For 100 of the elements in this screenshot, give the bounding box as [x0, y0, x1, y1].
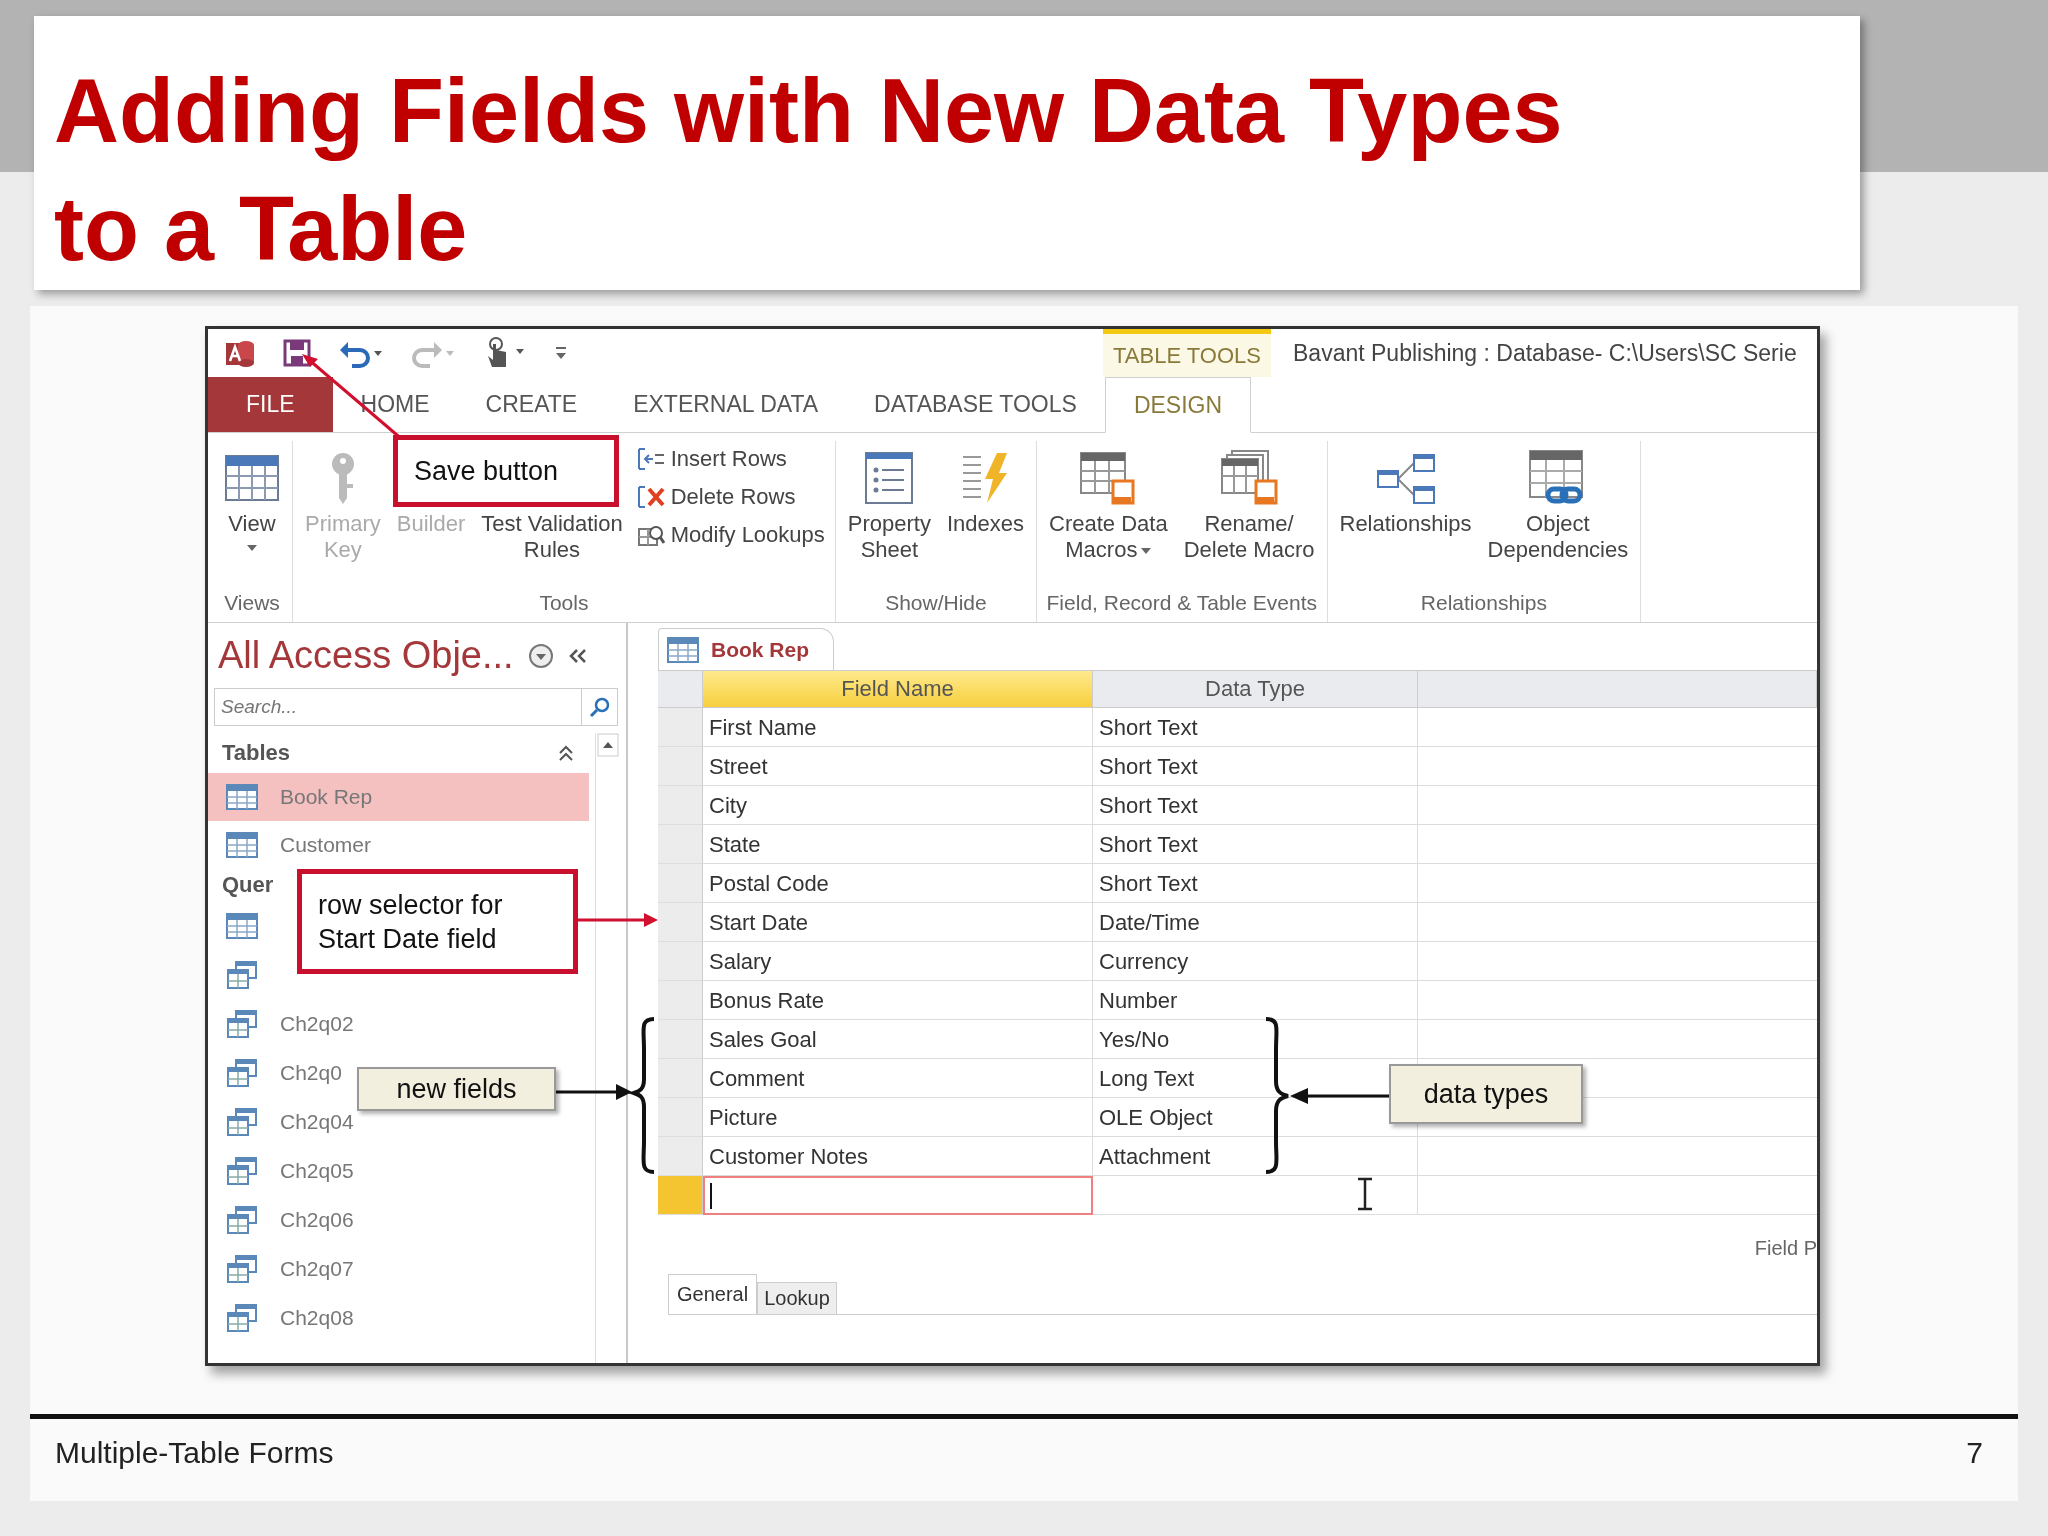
row-selector[interactable] [658, 1137, 703, 1176]
row-selector[interactable] [658, 825, 703, 864]
query-icon [226, 1253, 258, 1284]
ribbon-button[interactable]: Object Dependencies [1481, 441, 1635, 567]
query-icon [226, 1106, 258, 1137]
save-icon[interactable] [282, 338, 312, 368]
ribbon-tab[interactable]: DATABASE TOOLS [846, 377, 1105, 432]
ribbon-tab[interactable]: HOME [332, 377, 458, 432]
row-selector[interactable] [658, 981, 703, 1020]
query-icon [226, 1204, 258, 1235]
table-macro-icon [1079, 449, 1138, 507]
datasheet-icon [224, 454, 280, 502]
navigation-item[interactable]: Ch2q08 [208, 1293, 364, 1342]
callout: Save button [393, 435, 619, 507]
table-cell: Number [1099, 987, 1178, 1014]
ribbon-group-label: Views [223, 590, 281, 616]
dropdown-icon[interactable] [527, 642, 554, 669]
scroll-up-icon[interactable] [597, 733, 619, 757]
search-icon[interactable] [582, 688, 618, 726]
slide-title: Adding Fields with New Data Types to a Table [54, 60, 1564, 281]
row-selector[interactable] [658, 747, 703, 786]
callout: row selector for Start Date field [297, 869, 578, 974]
column-header[interactable] [1418, 671, 1817, 708]
property-tab[interactable]: Lookup [757, 1282, 837, 1314]
table-cell: OLE Object [1099, 1104, 1213, 1131]
navigation-item[interactable]: Ch2q02 [208, 999, 364, 1048]
table-cell: City [709, 792, 747, 819]
select-all-corner[interactable] [658, 671, 703, 708]
row-selector[interactable] [658, 864, 703, 903]
callout: data types [1389, 1064, 1583, 1124]
column-header[interactable]: Data Type [1093, 671, 1418, 708]
table-cell: Short Text [1099, 714, 1198, 741]
table-cell: Attachment [1099, 1143, 1211, 1170]
table-cell: Yes/No [1099, 1026, 1170, 1053]
property-sheet-icon [864, 451, 915, 505]
table-cell: Short Text [1099, 792, 1198, 819]
row-selector[interactable] [658, 1176, 703, 1215]
table-cell: Short Text [1099, 870, 1198, 897]
collapse-pane-icon[interactable] [567, 646, 588, 665]
insert-rows-icon [636, 445, 665, 473]
input-field[interactable] [703, 1176, 1093, 1215]
row-selector[interactable] [658, 708, 703, 747]
query-icon [226, 1302, 258, 1333]
page-number: 7 [1966, 1436, 1983, 1470]
window-title: Bavant Publishing : Database- C:\Users\SC Serie [1292, 339, 1797, 367]
search-field[interactable]: Search... [214, 688, 582, 726]
table-icon [226, 912, 258, 939]
ribbon-tab[interactable]: FILE [208, 377, 333, 432]
text-cursor [710, 1182, 712, 1209]
ribbon-tab[interactable]: DESIGN [1104, 377, 1252, 433]
navigation-item[interactable]: Ch2q05 [208, 1146, 364, 1195]
table-cell: Bonus Rate [709, 987, 824, 1014]
collapse-icon[interactable] [557, 744, 575, 762]
ribbon-group-label: Show/Hide [884, 590, 988, 616]
navigation-item[interactable]: Customer [208, 821, 382, 869]
table-cell: Postal Code [709, 870, 829, 897]
ribbon-tab[interactable]: EXTERNAL DATA [605, 377, 847, 432]
text-pointer-icon [1356, 1177, 1374, 1211]
row-selector[interactable] [658, 1059, 703, 1098]
navigation-item[interactable]: Ch2q07 [208, 1244, 364, 1293]
ribbon-button[interactable]: Insert Rows [632, 443, 829, 475]
customize-menu-icon[interactable] [554, 345, 568, 361]
ribbon-button[interactable]: Delete Rows [632, 481, 829, 513]
navigation-item[interactable]: Ch2q0 [208, 1048, 352, 1097]
ribbon-tab[interactable]: CREATE [457, 377, 606, 432]
query-icon [226, 1057, 258, 1088]
table-cell: State [709, 831, 761, 858]
table-cell: Comment [709, 1065, 805, 1092]
ribbon-button[interactable]: Test Validation Rules [475, 511, 629, 567]
document-tab[interactable]: Book Rep [658, 628, 834, 670]
navigation-item[interactable]: Ch2q06 [208, 1195, 364, 1244]
ribbon-button[interactable]: Rename/ Delete Macro [1177, 441, 1321, 567]
slide-footer: Multiple-Table Forms [55, 1436, 334, 1470]
callout: new fields [357, 1067, 556, 1111]
row-selector[interactable] [658, 1020, 703, 1059]
table-cell: Currency [1099, 948, 1189, 975]
ribbon-button[interactable]: Relationships [1333, 441, 1478, 541]
row-selector[interactable] [658, 942, 703, 981]
ribbon-group-label: Field, Record & Table Events [1045, 590, 1318, 616]
query-icon [226, 1008, 258, 1039]
ribbon-button[interactable]: View [218, 441, 286, 555]
table-cell: Short Text [1099, 831, 1198, 858]
table-cell: Start Date [709, 909, 809, 936]
ribbon-button[interactable]: Property Sheet [841, 441, 937, 567]
ribbon-button[interactable]: Create Data Macros [1043, 441, 1174, 567]
table-cell: First Name [709, 714, 817, 741]
row-selector[interactable] [658, 1098, 703, 1137]
column-header[interactable]: Field Name [703, 671, 1093, 708]
pane-label: Field P [1754, 1237, 1817, 1260]
delete-rows-icon [636, 483, 665, 511]
row-selector[interactable] [658, 903, 703, 942]
property-tab[interactable]: General [668, 1274, 758, 1314]
row-selector[interactable] [658, 786, 703, 825]
ribbon-button[interactable]: Modify Lookups [632, 519, 829, 551]
contextual-tab-label: TABLE TOOLS [1103, 329, 1271, 377]
table-cell: Sales Goal [709, 1026, 817, 1053]
ribbon-button[interactable]: Indexes [940, 441, 1031, 541]
group-header: Quer [222, 872, 274, 898]
query-icon [226, 1155, 258, 1186]
stacked-macro-icon [1218, 449, 1281, 507]
